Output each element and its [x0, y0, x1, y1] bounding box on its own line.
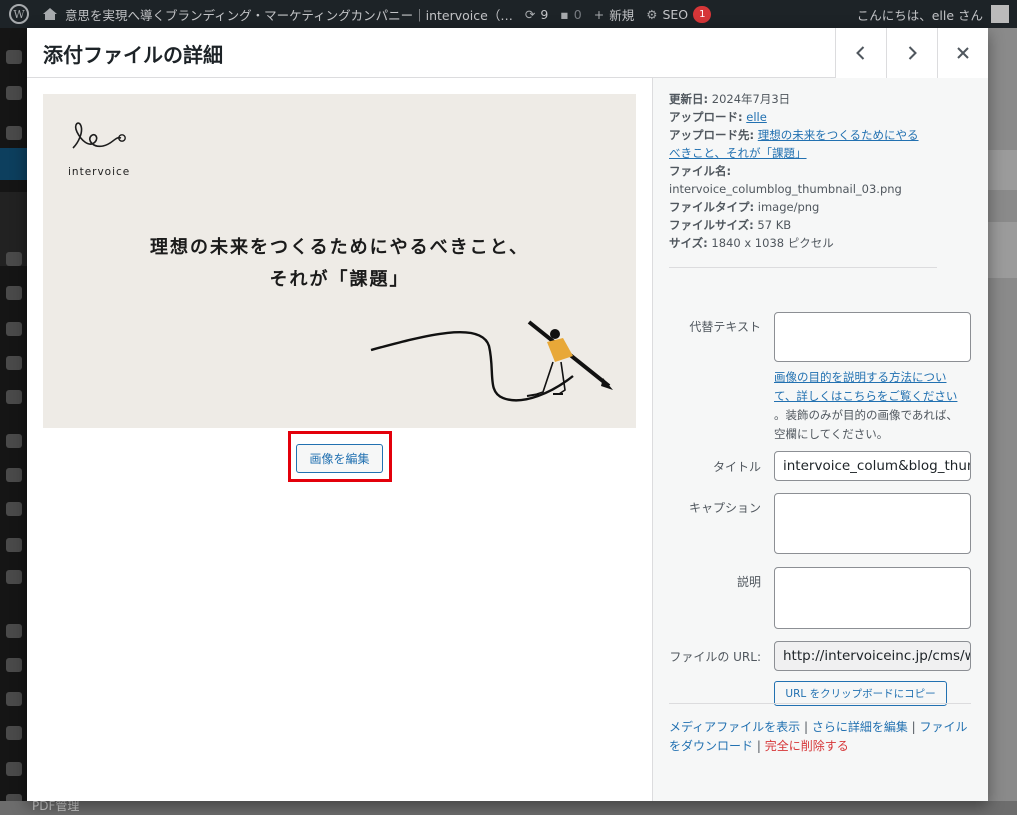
logo-text: intervoice [68, 166, 131, 178]
file-details: 更新日: 2024年7月3日 アップロード: elle アップロード先: 理想の… [669, 90, 979, 252]
settings-icon[interactable] [6, 86, 22, 100]
updates-link[interactable]: ⟳ 9 [525, 7, 548, 22]
alt-text-help: 画像の目的を説明する方法につい て、詳しくはこちらをご覧ください 。装飾のみが目… [774, 370, 958, 441]
uploaded-to-row: アップロード先: 理想の未来をつくるためにやる [669, 128, 919, 142]
description-label: 説明 [736, 575, 761, 589]
attachment-preview-image: intervoice 理想の未来をつくるためにやるべきこと、 それが「課題」 [43, 94, 636, 428]
divider [669, 703, 971, 704]
filename-value: intervoice_columblog_thumbnail_03.png [669, 182, 902, 196]
alt-help-link[interactable]: 画像の目的を説明する方法につい [774, 370, 947, 384]
description-field[interactable] [774, 567, 971, 629]
new-content-link[interactable]: + 新規 [594, 5, 635, 24]
uploaded-to-row-cont: べきこと、それが「課題」 [669, 144, 979, 162]
caption-label: キャプション [688, 501, 761, 515]
chevron-left-icon [856, 46, 865, 60]
sync-icon[interactable] [6, 570, 22, 584]
background-panel [988, 150, 1017, 190]
refresh-icon: ⟳ [524, 6, 536, 22]
filetype-row: ファイルタイプ: image/png [669, 200, 820, 214]
edit-more-details-link[interactable]: さらに詳細を編集 [812, 720, 908, 734]
tag-icon[interactable] [6, 286, 22, 300]
attachment-details-modal: 添付ファイルの詳細 intervoice 理想の未来をつくるためにやるべきこと、… [27, 28, 988, 801]
alt-help-link-cont[interactable]: て、詳しくはこちらをご覧ください [774, 389, 957, 403]
block-icon[interactable] [6, 726, 22, 740]
seo-badge: 1 [693, 5, 712, 23]
modal-header: 添付ファイルの詳細 [27, 28, 988, 78]
delete-permanently-link[interactable]: 完全に削除する [765, 739, 849, 753]
download-file-link-cont[interactable]: をダウンロード [669, 739, 753, 753]
comments-link[interactable]: ▪ 0 [560, 7, 581, 22]
menu-media-active[interactable] [0, 148, 27, 180]
comments-count: 0 [573, 6, 582, 22]
admin-side-menu [0, 28, 27, 815]
uploaded-date-row: 更新日: 2024年7月3日 [669, 92, 791, 106]
attachment-actions: メディアファイルを表示 | さらに詳細を編集 | ファイル をダウンロード | … [669, 720, 968, 753]
my-account[interactable]: こんにちは、elle さん [857, 0, 1009, 28]
caption-field[interactable] [774, 493, 971, 554]
filename-row: ファイル名: [669, 164, 732, 178]
download-file-link[interactable]: ファイル [920, 720, 968, 734]
background-footer: PDF管理 [0, 799, 1017, 815]
view-media-link[interactable]: メディアファイルを表示 [669, 720, 800, 734]
preview-headline-line1: 理想の未来をつくるためにやるべきこと、 [150, 237, 529, 258]
close-icon [957, 47, 969, 59]
file-url-label: ファイルの URL: [669, 650, 761, 664]
dimensions-row: サイズ: 1840 x 1038 ピクセル [669, 236, 834, 250]
next-button[interactable] [886, 28, 937, 78]
site-name-link[interactable]: 意思を実現へ導くブランディング・マーケティングカンパニー｜intervoice（… [65, 5, 513, 24]
filesize-row: ファイルサイズ: 57 KB [669, 218, 792, 232]
chevron-right-icon [908, 46, 917, 60]
file-url-field[interactable]: http://intervoiceinc.jp/cms/wp-content/u… [774, 641, 971, 671]
updates-count: 9 [540, 6, 549, 22]
forms-icon[interactable] [6, 390, 22, 404]
intervoice-logo [72, 122, 126, 149]
uploaded-by-link[interactable]: elle [746, 110, 767, 124]
plugins-icon[interactable] [6, 468, 22, 482]
attachment-info-sidebar: 更新日: 2024年7月3日 アップロード: elle アップロード先: 理想の… [652, 78, 988, 801]
wordpress-logo-icon[interactable]: W [9, 4, 29, 24]
uploaded-to-link-cont[interactable]: べきこと、それが「課題」 [669, 146, 807, 160]
modal-title: 添付ファイルの詳細 [43, 43, 223, 67]
gear-icon[interactable] [6, 762, 22, 776]
seo-icon[interactable] [6, 658, 22, 672]
home-icon [43, 8, 57, 20]
edit-image-button[interactable]: 画像を編集 [296, 444, 383, 473]
previous-button[interactable] [835, 28, 886, 78]
alt-text-label: 代替テキスト [689, 320, 761, 334]
avatar [991, 5, 1009, 23]
alt-text-field[interactable] [774, 312, 971, 362]
greeting-text: こんにちは、elle さん [856, 7, 983, 23]
divider [669, 267, 937, 268]
pages-icon[interactable] [6, 322, 22, 336]
tag-icon[interactable] [6, 252, 22, 266]
seo-menu[interactable]: ⚙ SEO 1 [646, 5, 712, 23]
tools-icon[interactable] [6, 538, 22, 552]
admin-bar: W 意思を実現へ導くブランディング・マーケティングカンパニー｜intervoic… [0, 0, 1017, 28]
title-field[interactable]: intervoice_colum&blog_thumbnail_03 [774, 451, 971, 481]
appearance-icon[interactable] [6, 434, 22, 448]
background-panel [988, 222, 1017, 278]
close-button[interactable] [937, 28, 988, 78]
illustration-figure-drawing-line [370, 320, 613, 402]
users-icon[interactable] [6, 502, 22, 516]
seo-gear-icon: ⚙ [646, 6, 658, 22]
plus-icon: + [593, 6, 605, 22]
preview-headline-line2: それが「課題」 [269, 269, 410, 290]
table-icon[interactable] [6, 692, 22, 706]
uploaded-to-link[interactable]: 理想の未来をつくるためにやる [758, 128, 919, 142]
dashboard-icon[interactable] [6, 50, 22, 64]
uploaded-by-row: アップロード: elle [669, 110, 767, 124]
comment-icon: ▪ [560, 6, 569, 22]
media-icon[interactable] [6, 126, 22, 140]
analytics-icon[interactable] [6, 624, 22, 638]
title-label: タイトル [712, 460, 761, 474]
mail-icon[interactable] [6, 356, 22, 370]
